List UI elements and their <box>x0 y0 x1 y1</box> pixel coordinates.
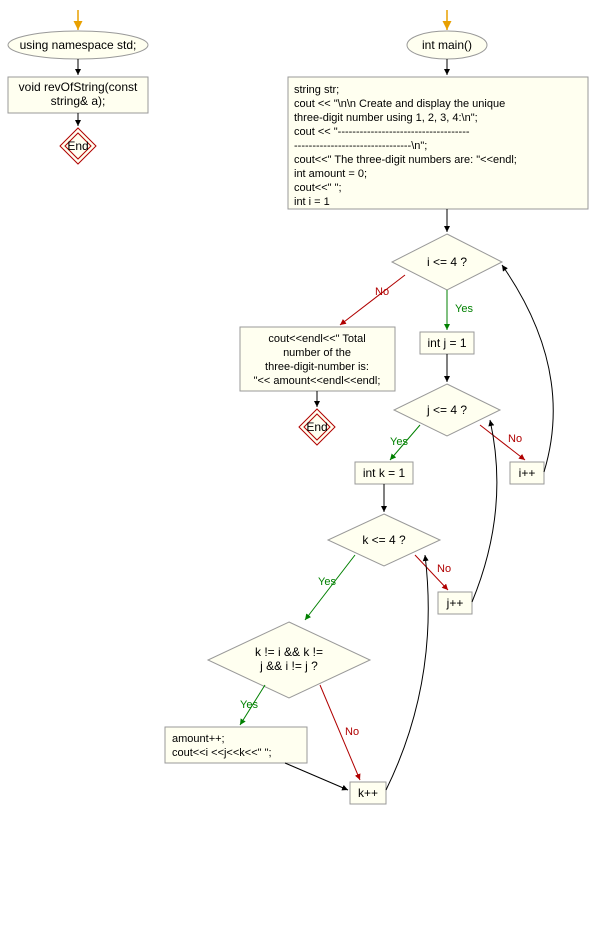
svg-text:three-digit-number is:: three-digit-number is: <box>265 361 369 373</box>
svg-text:string& a);: string& a); <box>51 94 106 108</box>
svg-text:"<< amount<<endl<<endl;: "<< amount<<endl<<endl; <box>254 375 381 387</box>
main-branch: int main() string str; cout << "\n\n Cre… <box>165 10 588 804</box>
left-branch: using namespace std; void revOfString(co… <box>8 10 148 164</box>
svg-text:No: No <box>508 433 522 445</box>
svg-text:amount++;: amount++; <box>172 733 225 745</box>
svg-text:cout<<endl<<" Total: cout<<endl<<" Total <box>268 333 365 345</box>
svg-text:End: End <box>306 420 327 434</box>
svg-text:End: End <box>67 139 88 153</box>
namespace-text: using namespace std; <box>20 38 137 52</box>
svg-text:j && i != j ?: j && i != j ? <box>259 659 318 673</box>
svg-text:string str;: string str; <box>294 84 339 96</box>
svg-text:Yes: Yes <box>318 576 336 588</box>
svg-text:No: No <box>437 563 451 575</box>
svg-text:i++: i++ <box>519 466 536 480</box>
svg-text:cout<<i <<j<<k<<" ";: cout<<i <<j<<k<<" "; <box>172 747 272 759</box>
svg-text:Yes: Yes <box>455 303 473 315</box>
svg-text:int j = 1: int j = 1 <box>427 336 466 350</box>
main-end: End <box>299 409 335 445</box>
svg-text:void revOfString(const: void revOfString(const <box>19 80 138 94</box>
svg-text:three-digit number using 1, 2,: three-digit number using 1, 2, 3, 4:\n"; <box>294 112 478 124</box>
svg-text:cout<<" ";: cout<<" "; <box>294 182 342 194</box>
svg-text:k <= 4 ?: k <= 4 ? <box>362 533 406 547</box>
svg-text:int i = 1: int i = 1 <box>294 196 330 208</box>
svg-text:k++: k++ <box>358 786 378 800</box>
svg-text:number of the: number of the <box>283 347 351 359</box>
svg-text:j <= 4 ?: j <= 4 ? <box>426 403 467 417</box>
svg-text:int k = 1: int k = 1 <box>363 466 406 480</box>
svg-text:i <= 4 ?: i <= 4 ? <box>427 255 467 269</box>
svg-text:No: No <box>375 286 389 298</box>
svg-text:j++: j++ <box>446 596 464 610</box>
svg-text:No: No <box>345 726 359 738</box>
svg-text:Yes: Yes <box>390 436 408 448</box>
svg-text:int amount = 0;: int amount = 0; <box>294 168 367 180</box>
svg-text:------------------------------: --------------------------------\n"; <box>294 140 427 152</box>
svg-text:cout << "\n\n Create and displ: cout << "\n\n Create and display the uni… <box>294 98 505 110</box>
left-end: End <box>60 128 96 164</box>
svg-text:int main(): int main() <box>422 38 472 52</box>
svg-text:k != i && k !=: k != i && k != <box>255 645 323 659</box>
svg-text:Yes: Yes <box>240 699 258 711</box>
svg-text:cout<<" The three-digit number: cout<<" The three-digit numbers are: "<<… <box>294 154 517 166</box>
svg-text:cout << "---------------------: cout << "-------------------------------… <box>294 126 470 138</box>
